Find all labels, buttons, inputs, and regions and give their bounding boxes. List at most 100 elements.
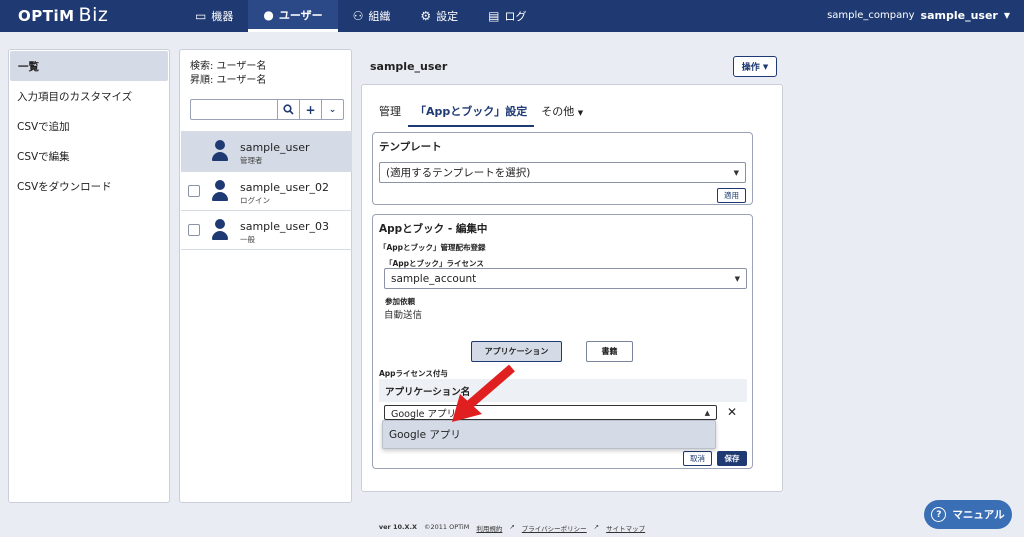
organization-icon: ⚇ [352, 9, 364, 23]
participation-value: 自動送信 [384, 310, 423, 321]
template-select-value: (適用するテンプレートを選択) [386, 167, 531, 179]
sidebar-item-csv-edit[interactable]: CSVで編集 [9, 141, 169, 171]
template-title: テンプレート [379, 141, 442, 153]
nav-label: 組織 [368, 10, 391, 23]
application-toggle-button[interactable]: アプリケーション [471, 341, 562, 362]
plus-icon: + [305, 102, 316, 117]
search-input[interactable] [190, 99, 278, 120]
operations-label: 操作 [741, 63, 760, 73]
nav-users[interactable]: ● ユーザー [248, 0, 338, 32]
gear-icon: ⚙ [420, 9, 432, 23]
search-icon [283, 104, 294, 115]
sidebar-item-csv-download[interactable]: CSVをダウンロード [9, 171, 169, 201]
app-dropdown-option[interactable]: Google アプリ [382, 420, 716, 449]
license-select[interactable]: sample_account ▼ [384, 268, 747, 289]
license-select-value: sample_account [391, 272, 477, 285]
optim-biz-logo[interactable]: OPTiM Biz [18, 4, 108, 26]
nav-label: ログ [504, 10, 527, 23]
logo-biz: Biz [78, 4, 109, 26]
add-user-button[interactable]: + [300, 99, 322, 120]
caret-down-icon: ▼ [734, 274, 740, 283]
caret-up-icon: ▲ [704, 408, 710, 417]
sidebar-item-customize[interactable]: 入力項目のカスタマイズ [9, 81, 169, 111]
user-checkbox[interactable] [188, 185, 200, 197]
apply-template-button[interactable]: 適用 [717, 188, 746, 203]
edit-title: Appとブック - 編集中 [379, 223, 488, 235]
app-table-header: アプリケーション名 [379, 379, 747, 402]
caret-down-icon: ▼ [577, 109, 584, 117]
user-role: ログイン [240, 196, 270, 205]
user-name: sample_user_02 [240, 181, 329, 194]
user-avatar-icon [212, 140, 228, 162]
sidebar-item-list[interactable]: 一覧 [10, 51, 168, 81]
user-role: 管理者 [240, 156, 263, 165]
nav-logs[interactable]: ▤ ログ [473, 0, 541, 32]
search-criteria: 検索: ユーザー名 [190, 61, 267, 72]
manual-label: マニュアル [952, 509, 1005, 521]
close-icon[interactable]: ✕ [727, 405, 737, 419]
search-button[interactable] [278, 99, 300, 120]
tab-other[interactable]: その他 ▼ [534, 99, 590, 127]
log-icon: ▤ [488, 9, 500, 23]
template-select[interactable]: (適用するテンプレートを選択) ▼ [379, 162, 746, 183]
copyright-text: ©2011 OPTiM [424, 523, 470, 531]
user-avatar-icon [212, 180, 228, 202]
sitemap-link[interactable]: サイトマップ [606, 523, 645, 533]
detail-tabs: 管理 「Appとブック」設定 その他 ▼ [372, 99, 590, 127]
user-name: sample_user [240, 141, 310, 154]
cancel-button[interactable]: 取消 [683, 451, 712, 466]
company-name: sample_company [827, 10, 915, 21]
tab-other-label: その他 [541, 105, 575, 118]
more-options-button[interactable]: ⌄ [322, 99, 344, 120]
distribution-label: 「Appとブック」管理配布登録 [379, 243, 486, 252]
user-role: 一般 [240, 235, 255, 244]
nav-devices[interactable]: ▭ 機器 [180, 0, 248, 32]
license-assign-label: Appライセンス付与 [379, 369, 448, 378]
annotation-arrow-icon [452, 364, 515, 422]
main-nav: ▭ 機器 ● ユーザー ⚇ 組織 ⚙ 設定 ▤ ログ [180, 0, 541, 32]
tab-manage[interactable]: 管理 [372, 99, 408, 127]
top-navigation-bar: OPTiM Biz ▭ 機器 ● ユーザー ⚇ 組織 ⚙ 設定 ▤ ログ samp… [0, 0, 1024, 32]
logo-text: OPTiM [18, 7, 75, 25]
user-list-panel: 検索: ユーザー名 昇順: ユーザー名 + ⌄ sample_user 管理者 … [179, 49, 352, 503]
nav-organization[interactable]: ⚇ 組織 [338, 0, 406, 32]
template-section: テンプレート (適用するテンプレートを選択) ▼ 適用 [372, 132, 753, 205]
external-link-icon: ↗ [509, 523, 515, 531]
book-toggle-button[interactable]: 書籍 [586, 341, 633, 362]
save-button[interactable]: 保存 [717, 451, 747, 466]
sort-criteria: 昇順: ユーザー名 [190, 75, 267, 86]
caret-down-icon: ▼ [733, 168, 739, 177]
nav-label: ユーザー [278, 8, 323, 22]
chevron-down-icon: ⌄ [328, 104, 337, 115]
help-icon: ? [931, 507, 947, 522]
sidebar-item-csv-add[interactable]: CSVで追加 [9, 111, 169, 141]
user-row[interactable]: sample_user 管理者 [181, 131, 352, 171]
nav-settings[interactable]: ⚙ 設定 [405, 0, 473, 32]
search-bar: + ⌄ [190, 99, 344, 120]
user-name: sample_user_03 [240, 220, 329, 233]
tab-app-book-settings[interactable]: 「Appとブック」設定 [408, 99, 535, 127]
nav-label: 機器 [211, 10, 234, 23]
device-icon: ▭ [195, 9, 207, 23]
user-checkbox[interactable] [188, 224, 200, 236]
current-user-name: sample_user [920, 9, 998, 22]
sidebar: 一覧 入力項目のカスタマイズ CSVで追加 CSVで編集 CSVをダウンロード [8, 49, 170, 503]
user-icon: ● [263, 7, 274, 22]
user-row[interactable]: sample_user_03 一般 [181, 210, 352, 250]
version-text: ver 10.X.X [378, 523, 417, 531]
manual-button[interactable]: ? マニュアル [924, 500, 1012, 529]
privacy-link[interactable]: プライバシーポリシー [522, 523, 587, 533]
caret-down-icon: ▼ [762, 62, 769, 71]
operations-button[interactable]: 操作 ▼ [733, 56, 777, 77]
user-avatar-icon [212, 219, 228, 241]
app-select[interactable]: Google アプリ ▲ [384, 405, 717, 420]
user-row[interactable]: sample_user_02 ログイン [181, 171, 352, 211]
external-link-icon: ↗ [593, 523, 600, 531]
terms-link[interactable]: 利用規約 [476, 523, 502, 533]
account-menu[interactable]: sample_company sample_user ▼ [827, 9, 1010, 22]
participation-label: 参加依頼 [385, 297, 415, 306]
footer: ver 10.X.X ©2011 OPTiM 利用規約 ↗ プライバシーポリシー ↗… [0, 523, 1024, 533]
detail-title: sample_user [370, 60, 448, 73]
chevron-down-icon: ▼ [1003, 11, 1010, 20]
nav-label: 設定 [436, 10, 459, 23]
